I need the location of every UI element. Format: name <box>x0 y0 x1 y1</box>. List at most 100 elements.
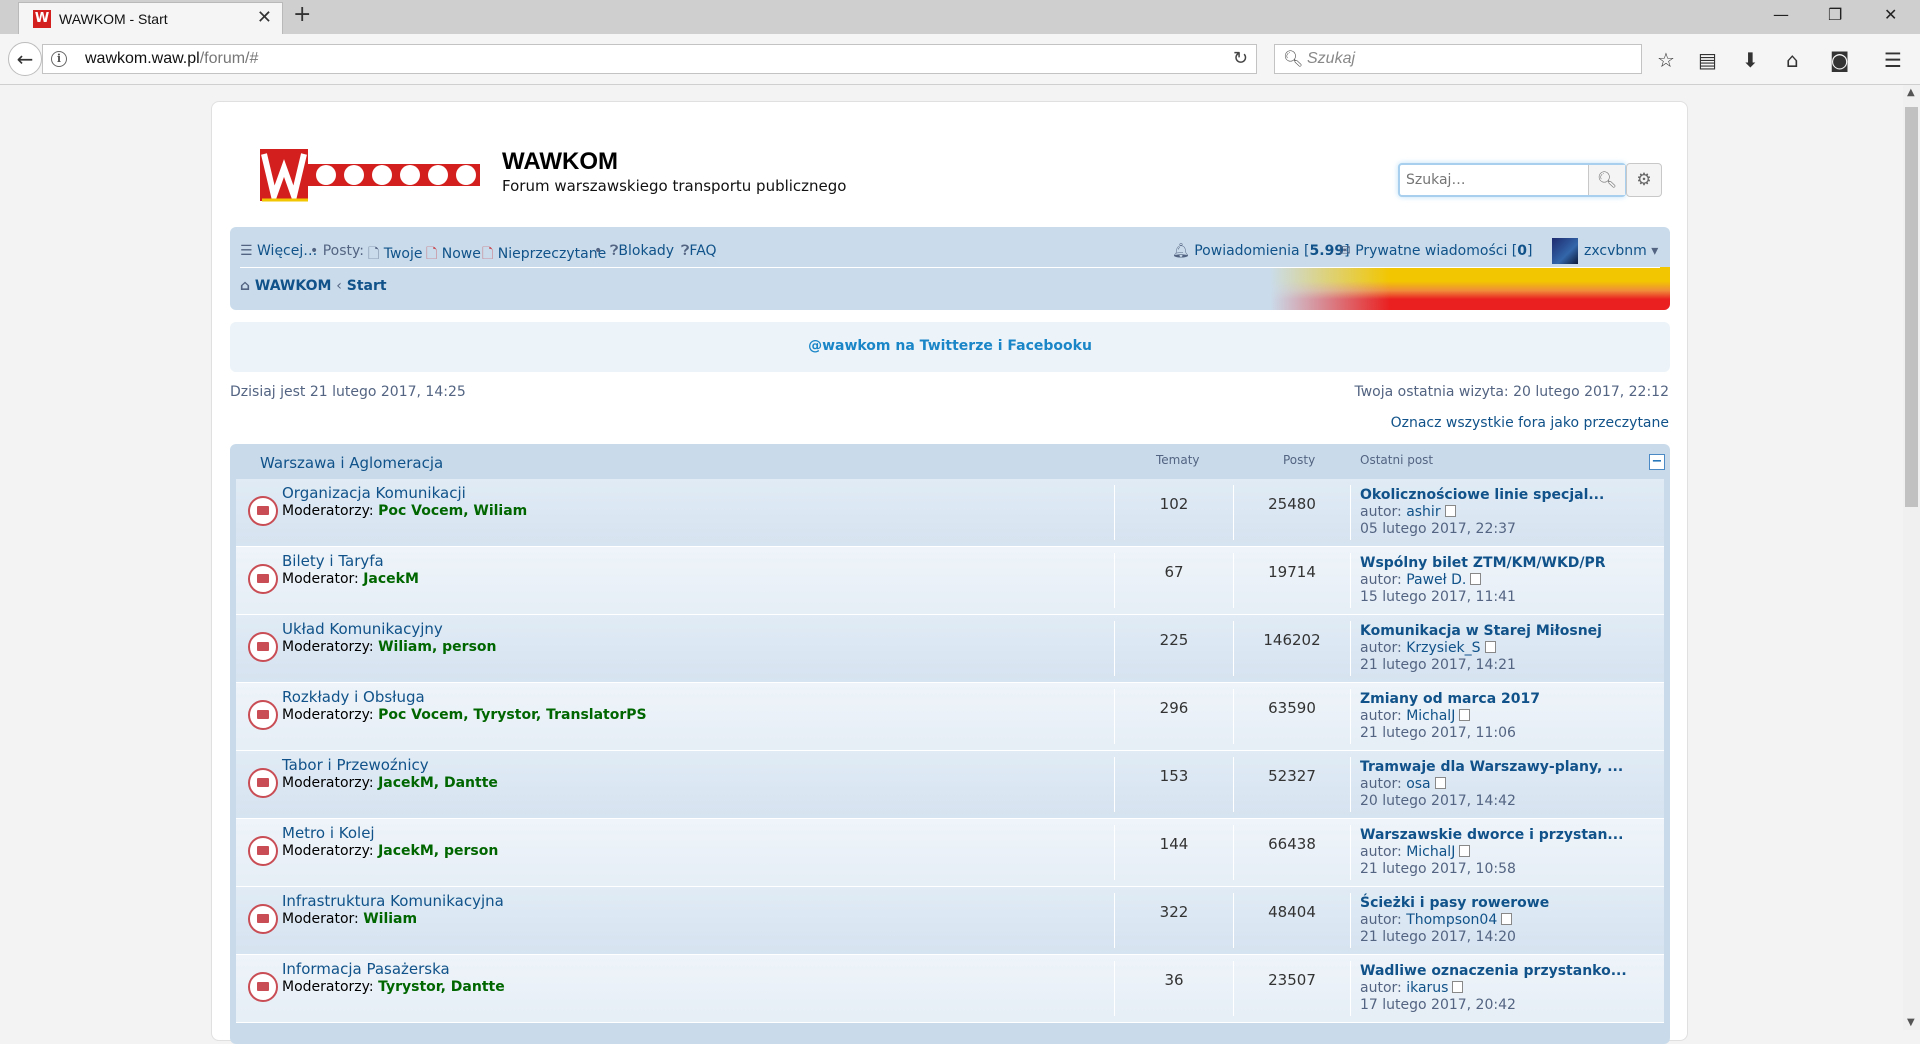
moderator-links[interactable]: JacekM, person <box>378 843 498 859</box>
moderator-links[interactable]: Wiliam, person <box>378 639 496 655</box>
posts-count: 19714 <box>1268 563 1316 581</box>
bookmarks-menu-icon[interactable]: ▤ <box>1698 48 1717 72</box>
browser-tab[interactable]: W WAWKOM - Start ✕ <box>18 2 283 34</box>
forum-read-icon <box>248 564 278 594</box>
more-menu[interactable]: ☰ Więcej… <box>240 243 317 259</box>
view-latest-post-icon[interactable] <box>1484 641 1496 653</box>
forum-search-input[interactable] <box>1400 165 1588 195</box>
bookmark-star-icon[interactable]: ☆ <box>1657 48 1675 72</box>
announcement-link[interactable]: @wawkom na Twitterze i Facebooku <box>230 338 1670 354</box>
last-post-author-link[interactable]: MichalJ <box>1406 844 1455 860</box>
nav-your-posts[interactable]: 🗋 Twoje <box>368 243 422 267</box>
topics-count: 102 <box>1159 495 1189 513</box>
menu-icon[interactable]: ☰ <box>1884 48 1902 72</box>
back-icon[interactable]: ← <box>8 42 42 76</box>
view-latest-post-icon[interactable] <box>1470 573 1482 585</box>
page-scrollbar[interactable]: ▲ ▼ <box>1903 85 1920 1030</box>
last-post-author-link[interactable]: ikarus <box>1406 980 1448 996</box>
last-post-title[interactable]: Tramwaje dla Warszawy-plany, ... <box>1360 759 1623 775</box>
posts-count: 48404 <box>1268 903 1316 921</box>
breadcrumb-current[interactable]: Start <box>347 278 387 294</box>
moderator-links[interactable]: Tyrystor, Dantte <box>378 979 505 995</box>
view-latest-post-icon[interactable] <box>1452 981 1464 993</box>
last-post-date: 21 lutego 2017, 10:58 <box>1360 861 1516 877</box>
last-post-date: 15 lutego 2017, 11:41 <box>1360 589 1516 605</box>
view-latest-post-icon[interactable] <box>1459 709 1471 721</box>
scroll-down-icon[interactable]: ▼ <box>1907 1017 1915 1028</box>
forum-title[interactable]: Metro i Kolej <box>282 824 375 842</box>
view-latest-post-icon[interactable] <box>1459 845 1471 857</box>
last-post-title[interactable]: Wspólny bilet ZTM/KM/WKD/PR <box>1360 555 1606 571</box>
last-post-author: autor: osa <box>1360 776 1446 792</box>
forum-title[interactable]: Organizacja Komunikacji <box>282 484 466 502</box>
nav-private-messages[interactable]: ✉ Prywatne wiadomości [0] <box>1339 243 1532 259</box>
view-latest-post-icon[interactable] <box>1434 777 1446 789</box>
home-icon[interactable]: ⌂ <box>1786 48 1799 72</box>
restore-icon[interactable]: ❐ <box>1828 5 1842 24</box>
nav-notifications[interactable]: 🔔︎ Powiadomienia [5.99] <box>1172 243 1350 259</box>
column-divider <box>1233 485 1234 540</box>
mark-all-read-link[interactable]: Oznacz wszystkie fora jako przeczytane <box>1391 415 1669 431</box>
last-post-author-link[interactable]: Thompson04 <box>1406 912 1497 928</box>
last-post-author-link[interactable]: Krzysiek_S <box>1406 640 1480 656</box>
breadcrumb-home[interactable]: WAWKOM <box>255 278 332 294</box>
moderator-links[interactable]: Wiliam <box>363 911 417 927</box>
advanced-search-button[interactable]: ⚙ <box>1626 163 1662 197</box>
forum-moderators: Moderatorzy: Tyrystor, Dantte <box>282 979 505 995</box>
pocket-icon[interactable]: ◙ <box>1830 48 1849 72</box>
last-post-author-link[interactable]: ashir <box>1406 504 1440 520</box>
last-post-title[interactable]: Ścieżki i pasy rowerowe <box>1360 895 1549 911</box>
category-title[interactable]: Warszawa i Aglomeracja <box>260 454 443 472</box>
download-icon[interactable]: ⬇ <box>1742 48 1759 72</box>
nav-faq[interactable]: ❓︎FAQ <box>681 243 717 259</box>
scroll-thumb[interactable] <box>1905 107 1918 507</box>
moderator-links[interactable]: Poc Vocem, Wiliam <box>378 503 527 519</box>
column-divider <box>1233 893 1234 948</box>
forum-title[interactable]: Informacja Pasażerska <box>282 960 450 978</box>
forum-moderators: Moderator: Wiliam <box>282 911 418 927</box>
last-post-title[interactable]: Komunikacja w Starej Miłosnej <box>1360 623 1602 639</box>
last-post-title[interactable]: Zmiany od marca 2017 <box>1360 691 1540 707</box>
forum-title[interactable]: Układ Komunikacyjny <box>282 620 443 638</box>
column-divider <box>1350 893 1351 948</box>
nav-unread-posts[interactable]: 🗋 Nieprzeczytane <box>482 243 606 267</box>
address-bar[interactable]: i wawkom.waw.pl/forum/# ↻ <box>42 44 1257 74</box>
moderator-links[interactable]: Poc Vocem, Tyrystor, TranslatorPS <box>378 707 647 723</box>
scroll-up-icon[interactable]: ▲ <box>1907 87 1915 98</box>
browser-search[interactable]: 🔍︎ Szukaj <box>1274 44 1642 74</box>
avatar[interactable] <box>1552 238 1578 264</box>
reload-icon[interactable]: ↻ <box>1233 48 1248 69</box>
last-post-author-link[interactable]: Paweł D. <box>1406 572 1466 588</box>
last-post-title[interactable]: Warszawskie dworce i przystan... <box>1360 827 1623 843</box>
last-post-title[interactable]: Wadliwe oznaczenia przystanko... <box>1360 963 1627 979</box>
last-post-author-link[interactable]: osa <box>1406 776 1430 792</box>
nav-new-posts[interactable]: 🗋 Nowe <box>426 243 481 267</box>
collapse-icon[interactable]: − <box>1649 454 1665 470</box>
view-latest-post-icon[interactable] <box>1501 913 1513 925</box>
forum-title[interactable]: Tabor i Przewoźnicy <box>282 756 429 774</box>
posts-label: • Posty: <box>310 243 364 259</box>
user-menu[interactable]: zxcvbnm ▾ <box>1584 243 1658 259</box>
forum-title[interactable]: Infrastruktura Komunikacyjna <box>282 892 504 910</box>
new-tab-icon[interactable]: + <box>293 2 311 27</box>
forum-read-icon <box>248 836 278 866</box>
forum-title[interactable]: Rozkłady i Obsługa <box>282 688 425 706</box>
minimize-icon[interactable]: — <box>1773 5 1789 24</box>
column-divider <box>1114 485 1115 540</box>
moderator-links[interactable]: JacekM, Dantte <box>378 775 498 791</box>
forum-title[interactable]: Bilety i Taryfa <box>282 552 384 570</box>
close-tab-icon[interactable]: ✕ <box>257 7 272 28</box>
search-button[interactable]: 🔍︎ <box>1588 165 1625 195</box>
site-title[interactable]: WAWKOM <box>502 148 618 176</box>
last-post-date: 17 lutego 2017, 20:42 <box>1360 997 1516 1013</box>
window-close-icon[interactable]: ✕ <box>1884 5 1897 24</box>
nav-bans[interactable]: ❓︎Blokady <box>610 243 674 259</box>
info-icon[interactable]: i <box>51 51 67 67</box>
moderator-links[interactable]: JacekM <box>363 571 419 587</box>
last-post-title[interactable]: Okolicznościowe linie specjal... <box>1360 487 1604 503</box>
last-post-author: autor: Thompson04 <box>1360 912 1513 928</box>
last-post-author-link[interactable]: MichalJ <box>1406 708 1455 724</box>
view-latest-post-icon[interactable] <box>1444 505 1456 517</box>
wawkom-logo[interactable] <box>260 146 482 202</box>
posts-count: 66438 <box>1268 835 1316 853</box>
